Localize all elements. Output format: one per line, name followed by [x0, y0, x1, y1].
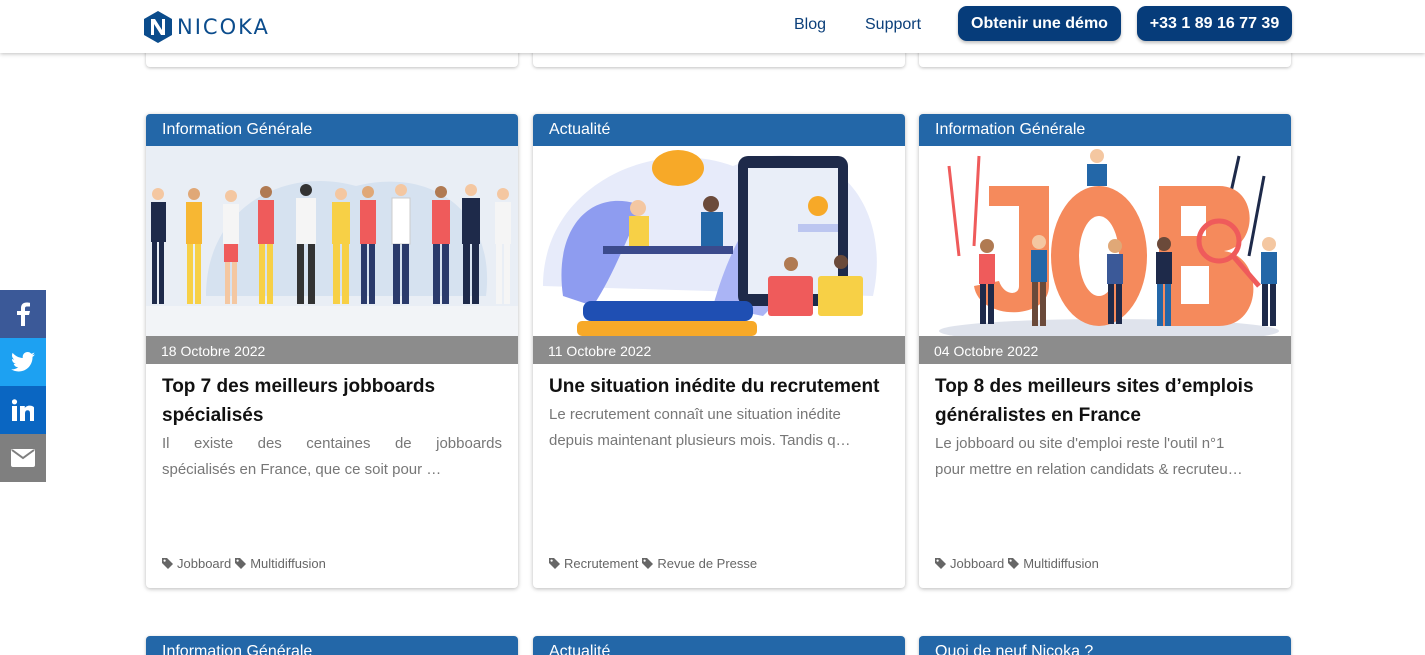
phone-button[interactable]: +33 1 89 16 77 39	[1137, 6, 1292, 41]
card-date: 18 Octobre 2022	[146, 336, 518, 364]
facebook-icon	[17, 302, 30, 326]
tag-icon	[1008, 558, 1020, 569]
demo-button[interactable]: Obtenir une démo	[958, 6, 1121, 41]
tag-icon	[235, 558, 247, 569]
card-excerpt: Le recrutement connaît une situation iné…	[549, 402, 889, 454]
next-card-category[interactable]: Information Générale	[146, 636, 518, 655]
card-tags: Jobboard Multidiffusion	[935, 556, 1099, 571]
site-header: NICOKA Blog Support Obtenir une démo +33…	[0, 0, 1425, 53]
next-card-category[interactable]: Actualité	[533, 636, 905, 655]
card-category[interactable]: Information Générale	[146, 114, 518, 146]
tag-label: Revue de Presse	[657, 556, 758, 571]
tag-label: Multidiffusion	[1023, 556, 1099, 571]
card-title[interactable]: Top 8 des meilleurs sites d’emplois géné…	[935, 372, 1275, 430]
article-image[interactable]	[146, 146, 518, 336]
email-icon	[11, 449, 35, 467]
tag-label: Jobboard	[177, 556, 232, 571]
tag-label: Recrutement	[564, 556, 639, 571]
tag-icon	[162, 558, 173, 569]
excerpt-line: depuis maintenant plusieurs mois. Tandis…	[549, 432, 851, 449]
professions-illustration-icon	[146, 146, 518, 336]
tag[interactable]: Jobboard	[162, 556, 231, 571]
twitter-icon	[11, 352, 35, 372]
linkedin-share-button[interactable]	[0, 386, 46, 434]
card-title[interactable]: Top 7 des meilleurs jobboards spécialisé…	[162, 372, 502, 430]
nav-blog-link[interactable]: Blog	[794, 16, 826, 34]
excerpt-line: Le recrutement connaît une situation iné…	[549, 406, 841, 423]
card-tags: Recrutement Revue de Presse	[549, 556, 757, 571]
next-card-category[interactable]: Quoi de neuf Nicoka ?	[919, 636, 1291, 655]
card-date: 04 Octobre 2022	[919, 336, 1291, 364]
tag-icon	[935, 558, 946, 569]
excerpt-line: Il existe des centaines de jobboards	[162, 435, 502, 452]
article-card[interactable]: Information Générale 04 Octobre 2022 Top…	[919, 114, 1291, 588]
linkedin-icon	[12, 399, 34, 421]
excerpt-line: spécialisés en France, que ce soit pour …	[162, 461, 442, 478]
facebook-share-button[interactable]	[0, 290, 46, 338]
job-illustration-icon	[919, 146, 1291, 336]
excerpt-line: Le jobboard ou site d'emploi reste l'out…	[935, 435, 1225, 452]
card-date: 11 Octobre 2022	[533, 336, 905, 364]
twitter-share-button[interactable]	[0, 338, 46, 386]
card-tags: Jobboard Multidiffusion	[162, 556, 326, 571]
excerpt-line: pour mettre en relation candidats & recr…	[935, 461, 1243, 478]
tag[interactable]: Multidiffusion	[235, 556, 326, 571]
tag-icon	[642, 558, 654, 569]
tag[interactable]: Multidiffusion	[1008, 556, 1099, 571]
card-title[interactable]: Une situation inédite du recrutement	[549, 372, 889, 401]
tag-label: Multidiffusion	[250, 556, 326, 571]
email-share-button[interactable]	[0, 434, 46, 482]
nicoka-logo-icon	[144, 11, 172, 43]
card-category[interactable]: Information Générale	[919, 114, 1291, 146]
tag-icon	[549, 558, 560, 569]
article-image[interactable]	[919, 146, 1291, 336]
article-card[interactable]: Information Générale 18 Octobre 2022 Top…	[146, 114, 518, 588]
article-card[interactable]: Actualité 11 Octobre 2022 Une situation …	[533, 114, 905, 588]
nav-support-link[interactable]: Support	[865, 16, 921, 34]
tag[interactable]: Recrutement	[549, 556, 638, 571]
card-excerpt: Il existe des centaines de jobboards spé…	[162, 431, 502, 483]
logo[interactable]: NICOKA	[143, 10, 270, 44]
tag[interactable]: Revue de Presse	[642, 556, 757, 571]
card-excerpt: Le jobboard ou site d'emploi reste l'out…	[935, 431, 1275, 483]
card-category[interactable]: Actualité	[533, 114, 905, 146]
article-image[interactable]	[533, 146, 905, 336]
tag-label: Jobboard	[950, 556, 1005, 571]
recruitment-illustration-icon	[533, 146, 905, 336]
logo-text: NICOKA	[177, 15, 270, 39]
tag[interactable]: Jobboard	[935, 556, 1004, 571]
